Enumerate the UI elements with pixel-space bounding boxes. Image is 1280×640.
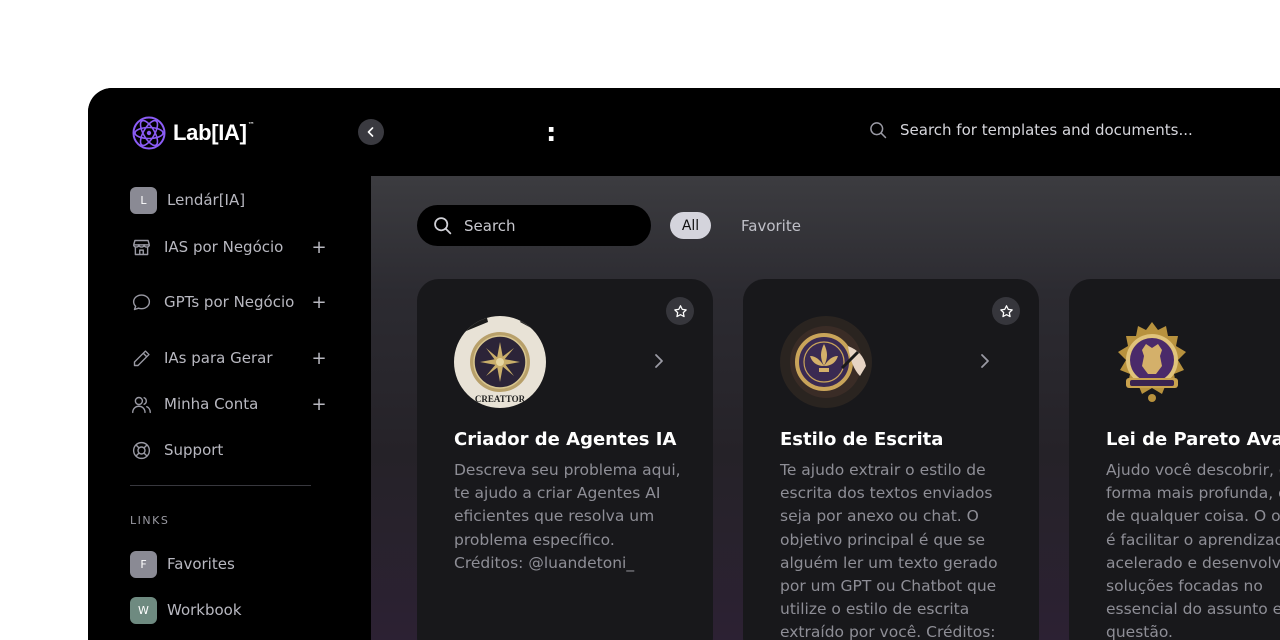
global-search-placeholder: Search for templates and documents...: [900, 121, 1193, 139]
sidebar-item-lendaria[interactable]: L Lendár[IA]: [130, 187, 328, 214]
sidebar-divider: [130, 485, 311, 486]
sidebar: Lab[IA] ™ L Lendár[IA] IAS por Negócio +…: [88, 88, 371, 640]
logo-text: Lab[IA]: [173, 120, 247, 145]
star-icon: [999, 304, 1013, 317]
lifebuoy-icon: [130, 439, 152, 461]
filter-favorite-button[interactable]: Favorite: [741, 217, 801, 235]
search-placeholder: Search: [464, 216, 516, 235]
sidebar-item-label: Minha Conta: [164, 394, 259, 413]
expand-plus-icon[interactable]: +: [310, 394, 328, 415]
card-description: Te ajudo extrair o estilo de escrita dos…: [780, 461, 998, 640]
card-title: Criador de Agentes IA: [454, 429, 677, 450]
page-title: :: [546, 118, 557, 148]
collapse-sidebar-button[interactable]: [358, 119, 384, 145]
card-description: Ajudo você descobrir, de forma mais prof…: [1106, 461, 1280, 640]
sidebar-item-label: IAS por Negócio: [164, 237, 284, 256]
main-content: Search All Favorite CREATTOR Criador de …: [371, 176, 1280, 640]
search-icon: [434, 217, 452, 235]
card-image: CREATTOR: [454, 316, 546, 408]
sidebar-item-label: GPTs por Negócio: [164, 292, 295, 311]
sidebar-link-workbook[interactable]: W Workbook: [130, 597, 328, 624]
avatar: F: [130, 551, 157, 578]
avatar: W: [130, 597, 157, 624]
users-icon: [130, 393, 152, 415]
topbar: : Search for templates and documents...: [371, 88, 1280, 176]
chevron-right-icon[interactable]: [649, 351, 669, 371]
card-image: [780, 316, 872, 408]
template-card[interactable]: Lei de Pareto Avançada Ajudo você descob…: [1069, 279, 1280, 640]
sidebar-item-label: Favorites: [167, 555, 235, 573]
atom-logo-icon: [132, 116, 166, 150]
sidebar-item-label: IAs para Gerar: [164, 348, 273, 367]
app-window: Lab[IA] ™ L Lendár[IA] IAS por Negócio +…: [88, 88, 1280, 640]
sidebar-item-label: Lendár[IA]: [167, 191, 246, 209]
star-icon: [673, 304, 687, 317]
chevron-left-icon: [367, 127, 374, 137]
chat-bubble-icon: [130, 291, 152, 313]
logo[interactable]: Lab[IA] ™: [132, 116, 255, 150]
sidebar-item-label: Support: [164, 440, 224, 459]
expand-plus-icon[interactable]: +: [310, 292, 328, 313]
filter-all-button[interactable]: All: [670, 212, 711, 239]
sidebar-item-ias-para-gerar[interactable]: IAs para Gerar +: [130, 346, 328, 370]
sidebar-item-minha-conta[interactable]: Minha Conta +: [130, 392, 328, 416]
expand-plus-icon[interactable]: +: [310, 237, 328, 258]
sidebar-link-favorites[interactable]: F Favorites: [130, 551, 328, 578]
search-icon: [870, 122, 887, 139]
avatar: L: [130, 187, 157, 214]
global-search[interactable]: Search for templates and documents...: [868, 120, 1193, 140]
expand-plus-icon[interactable]: +: [310, 348, 328, 369]
links-section-title: LINKS: [130, 514, 170, 527]
sidebar-item-ias-por-negocio[interactable]: IAS por Negócio +: [130, 235, 328, 259]
search-input[interactable]: Search: [417, 205, 651, 246]
card-title: Lei de Pareto Avançada: [1106, 429, 1280, 450]
badge-text: CREATTOR: [475, 394, 526, 404]
card-title: Estilo de Escrita: [780, 429, 944, 450]
favorite-button[interactable]: [666, 297, 694, 325]
template-card[interactable]: CREATTOR Criador de Agentes IA Descreva …: [417, 279, 713, 640]
template-card[interactable]: Estilo de Escrita Te ajudo extrair o est…: [743, 279, 1039, 640]
card-description: Descreva seu problema aqui, te ajudo a c…: [454, 461, 681, 572]
store-icon: [130, 236, 152, 258]
sidebar-item-label: Workbook: [167, 601, 242, 619]
card-image: [1106, 316, 1198, 408]
favorite-button[interactable]: [992, 297, 1020, 325]
sidebar-item-support[interactable]: Support: [130, 438, 328, 462]
pencil-icon: [130, 347, 152, 369]
chevron-right-icon[interactable]: [975, 351, 995, 371]
sidebar-item-gpts-por-negocio[interactable]: GPTs por Negócio +: [130, 279, 328, 325]
trademark: ™: [247, 121, 255, 129]
